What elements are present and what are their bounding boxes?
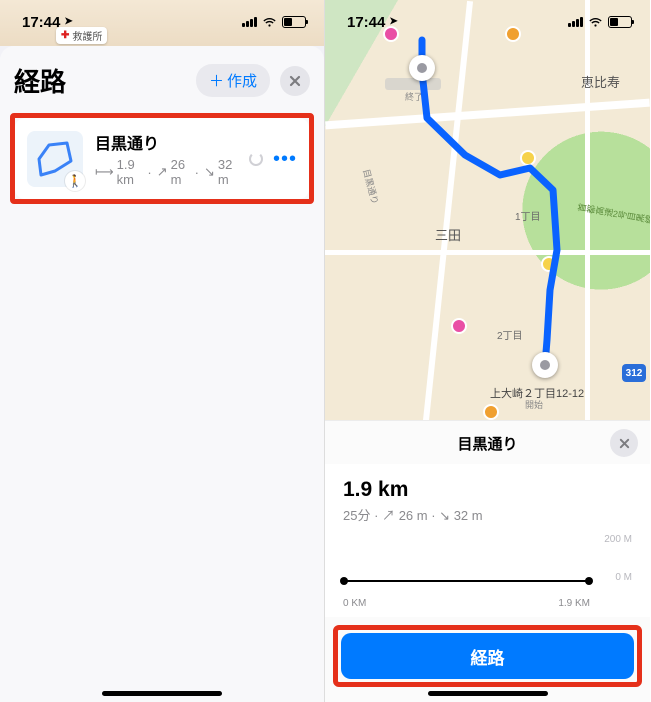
detail-distance: 1.9 km [343, 478, 632, 502]
route-polyline [325, 0, 650, 430]
detail-descent: 32 m [454, 508, 483, 523]
screen-route-detail: 恵比寿 三田 1丁目 2丁目 上大崎２丁目12-12 開始 終了 312 首都高… [325, 0, 650, 702]
ascent-icon: ↗ [382, 508, 395, 523]
plus-icon: ＋ [209, 70, 224, 91]
close-sheet-button[interactable] [280, 66, 310, 96]
route-ascent: 26 m [171, 157, 190, 187]
route-pin-start[interactable] [532, 352, 558, 378]
route-detail-sheet: 目黒通り 1.9 km 25分 · ↗ 26 m · ↘ 32 m 200 M … [325, 420, 650, 702]
route-distance: 1.9 km [117, 157, 143, 187]
route-thumbnail: 🚶 [27, 131, 83, 187]
route-pin-end[interactable] [409, 55, 435, 81]
loading-spinner-icon [249, 152, 263, 166]
create-route-button[interactable]: ＋ 作成 [196, 64, 270, 97]
close-icon [289, 75, 301, 87]
route-descent: 32 m [218, 157, 237, 187]
home-indicator[interactable] [428, 691, 548, 696]
cellular-icon [568, 17, 583, 27]
distance-icon: ⟼ [95, 164, 114, 180]
close-icon [619, 438, 630, 449]
descent-icon: ↘ [439, 508, 450, 523]
page-title: 経路 [14, 62, 66, 99]
detail-substats: 25分 · ↗ 26 m · ↘ 32 m [343, 505, 632, 524]
close-detail-button[interactable] [610, 429, 638, 457]
route-list-item[interactable]: 🚶 目黒通り ⟼ 1.9 km · ↗ 26 m · ↘ 32 m [15, 118, 309, 199]
home-indicator[interactable] [102, 691, 222, 696]
create-label: 作成 [227, 70, 257, 91]
ascent-icon: ↗ [157, 164, 168, 180]
screen-routes-list: ✚ 救護所 17:44 ➤ 経路 ＋ 作成 [0, 0, 325, 702]
status-time: 17:44 [22, 14, 60, 31]
route-stats: ⟼ 1.9 km · ↗ 26 m · ↘ 32 m [95, 157, 237, 187]
location-icon: ➤ [64, 16, 72, 27]
battery-icon [608, 16, 632, 28]
sheet-title: 目黒通り [457, 433, 517, 454]
highlight-annotation: 🚶 目黒通り ⟼ 1.9 km · ↗ 26 m · ↘ 32 m [10, 113, 314, 204]
descent-icon: ↘ [204, 164, 215, 180]
status-bar: 17:44 ➤ [325, 0, 650, 44]
route-name: 目黒通り [95, 130, 237, 154]
detail-duration: 25分 [343, 508, 370, 523]
elevation-chart: 200 M 0 M 0 KM 1.9 KM [325, 528, 650, 617]
directions-button[interactable]: 経路 [341, 633, 634, 679]
routes-sheet: 経路 ＋ 作成 🚶 目黒通り ⟼ [0, 46, 324, 702]
elev-x-end: 1.9 KM [558, 598, 590, 609]
more-options-button[interactable]: ••• [273, 149, 297, 169]
status-time: 17:44 [347, 14, 385, 31]
detail-ascent: 26 m [399, 508, 428, 523]
elev-x-start: 0 KM [343, 598, 366, 609]
wifi-icon [588, 17, 603, 28]
walk-icon: 🚶 [65, 171, 85, 191]
wifi-icon [262, 17, 277, 28]
cellular-icon [242, 17, 257, 27]
battery-icon [282, 16, 306, 28]
status-bar: 17:44 ➤ [0, 0, 324, 44]
elevation-line [343, 580, 590, 582]
highlight-annotation: 経路 [333, 625, 642, 687]
location-icon: ➤ [389, 16, 397, 27]
